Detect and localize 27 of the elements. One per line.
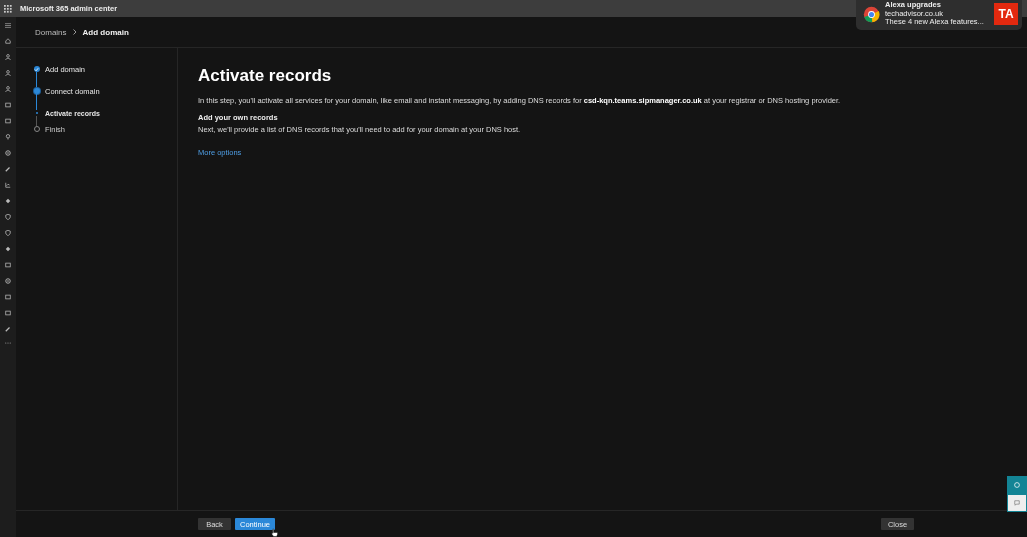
shield-icon[interactable] xyxy=(5,230,11,236)
person-icon[interactable] xyxy=(5,70,11,76)
menu-icon[interactable] xyxy=(5,23,11,28)
browser-logo-icon xyxy=(863,5,880,23)
breadcrumb-current: Add domain xyxy=(82,27,129,37)
bulb-icon[interactable] xyxy=(5,134,11,140)
diamond-icon[interactable] xyxy=(5,198,11,204)
app-launcher-icon[interactable] xyxy=(4,4,12,13)
gear-icon[interactable] xyxy=(5,150,11,156)
help-button[interactable] xyxy=(1007,476,1027,494)
shield-icon[interactable] xyxy=(5,214,11,220)
pencil-icon[interactable] xyxy=(5,166,11,172)
pencil-icon[interactable] xyxy=(5,326,11,332)
page-heading: Activate records xyxy=(198,66,333,86)
diamond-icon[interactable] xyxy=(5,246,11,252)
chart-icon[interactable] xyxy=(5,182,11,188)
help-icon xyxy=(1014,482,1020,488)
chevron-icon xyxy=(72,29,77,35)
person-icon[interactable] xyxy=(5,86,11,92)
home-icon[interactable] xyxy=(5,38,11,44)
person-icon[interactable] xyxy=(5,54,11,60)
site-logo: TA xyxy=(994,3,1018,25)
hand-cursor-icon xyxy=(271,528,278,537)
chat-bubble-icon xyxy=(1014,500,1020,506)
gear-icon[interactable] xyxy=(5,278,11,284)
feedback-button[interactable] xyxy=(1007,494,1027,512)
breadcrumb-link[interactable]: Domains xyxy=(35,27,67,37)
